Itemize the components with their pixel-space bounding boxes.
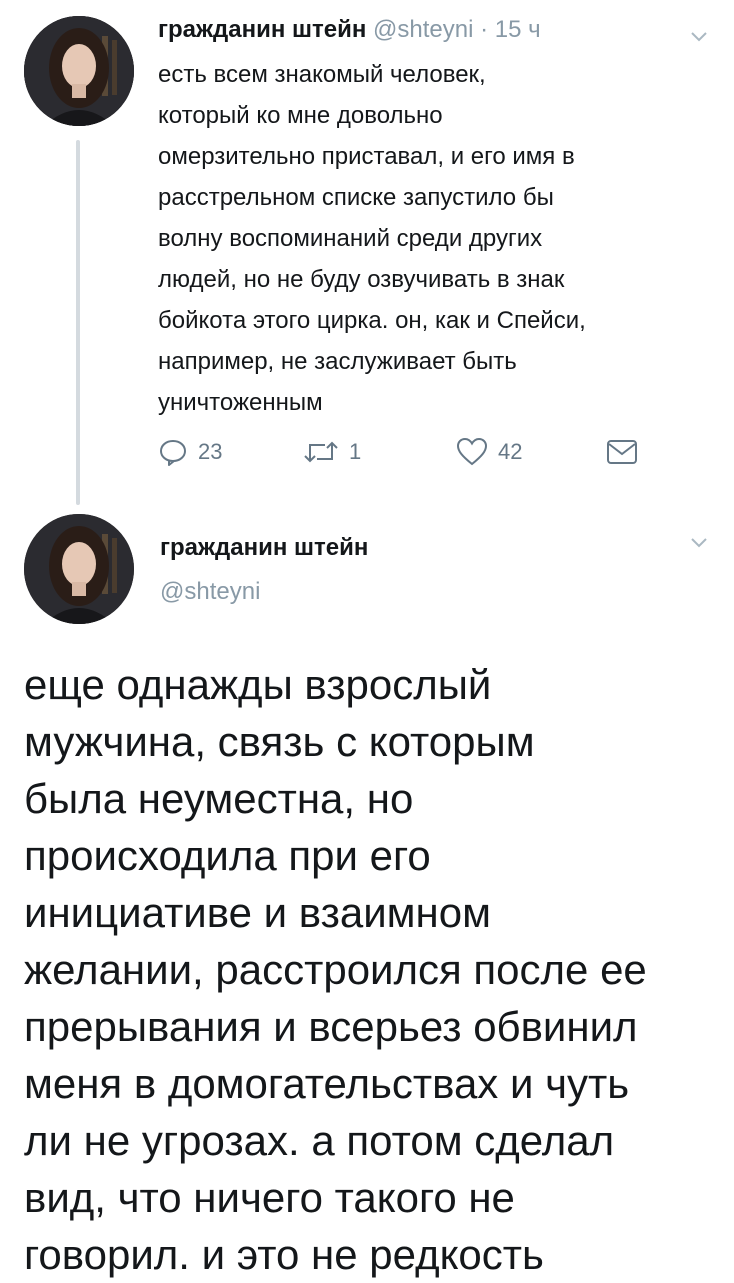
tweet-text-line: ли не угрозах. а потом сделал (24, 1117, 615, 1164)
direct-message-button[interactable] (606, 432, 638, 472)
separator-dot: · (480, 16, 489, 43)
heart-icon (456, 437, 488, 466)
like-button[interactable]: 42 (456, 432, 522, 472)
tweet-text-line: меня в домогательствах и чуть (24, 1060, 630, 1107)
tweet-text: есть всем знакомый человек, который ко м… (158, 54, 718, 423)
chevron-down-icon[interactable] (690, 28, 708, 46)
tweet-text-line: омерзительно приставал, и его имя в (158, 143, 575, 170)
tweet-text-line: желании, расстроился после ее (24, 946, 647, 993)
tweet-text-line: расстрельном списке запустило бы (158, 184, 554, 211)
tweet-time[interactable]: 15 ч (495, 16, 541, 43)
tweet-text-line: вид, что ничего такого не (24, 1174, 515, 1221)
envelope-icon (607, 440, 637, 464)
retweet-button[interactable]: 1 (303, 432, 361, 472)
tweet-text-line: например, не заслуживает быть (158, 348, 517, 375)
like-count: 42 (498, 439, 523, 464)
reply-count: 23 (198, 439, 223, 464)
tweet-text-line: есть всем знакомый человек, (158, 61, 486, 88)
retweet-count: 1 (349, 439, 362, 464)
avatar[interactable] (24, 16, 134, 126)
tweet-text-line: который ко мне довольно (158, 102, 443, 129)
author-handle[interactable]: @shteyni (373, 16, 473, 43)
tweet-text-line: инициативе и взаимном (24, 889, 491, 936)
chevron-down-icon[interactable] (690, 534, 708, 552)
avatar[interactable] (24, 514, 134, 624)
tweet-header: гражданин штейн @shteyni · 15 ч (158, 12, 541, 48)
author-name[interactable]: гражданин штейн (158, 16, 366, 43)
tweet-text-line: прерывания и всерьез обвинил (24, 1003, 638, 1050)
retweet-icon (304, 441, 338, 463)
tweet-text-line: мужчина, связь с которым (24, 718, 535, 765)
author-name[interactable]: гражданин штейн (160, 534, 368, 562)
tweet-actions: 23 1 42 (158, 432, 678, 472)
tweet-text-line: волну воспоминаний среди других (158, 225, 543, 252)
reply-button[interactable]: 23 (158, 432, 222, 472)
tweet-text-line: уничтоженным (158, 389, 323, 416)
tweet-text-line: людей, но не буду озвучивать в знак (158, 266, 565, 293)
tweet-text-line: еще однажды взрослый (24, 661, 492, 708)
tweet-text-line: была неуместна, но (24, 775, 414, 822)
tweet-text-line: говорил. и это не редкость (24, 1231, 544, 1278)
tweet-text-line: бойкота этого цирка. он, как и Спейси, (158, 307, 586, 334)
thread-connector-line (76, 140, 80, 505)
tweet-text: еще однажды взрослый мужчина, связь с ко… (24, 656, 724, 1283)
reply-icon (160, 440, 187, 466)
tweet-text-line: происходила при его (24, 832, 431, 879)
author-handle[interactable]: @shteyni (160, 578, 260, 606)
